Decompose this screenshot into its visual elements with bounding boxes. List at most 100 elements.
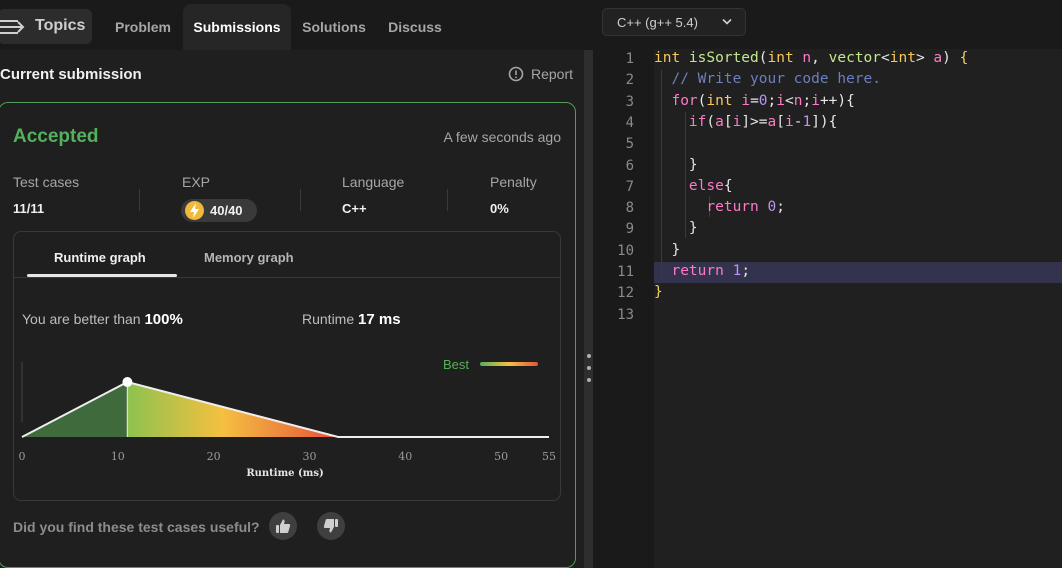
runtime-text: Runtime 17 ms	[302, 311, 401, 328]
code-token: return	[706, 199, 768, 216]
thumbs-up-button[interactable]	[269, 512, 297, 540]
code-token: <	[881, 50, 890, 66]
tab-runtime-graph[interactable]: Runtime graph	[54, 250, 146, 265]
code-token: ;	[802, 92, 812, 109]
code-line: for(int i=0;i<n;i++){	[654, 92, 855, 114]
topics-button[interactable]: Topics	[0, 9, 92, 44]
code-token: n	[802, 50, 812, 66]
code-token: else	[688, 177, 724, 194]
alert-circle-icon	[508, 66, 524, 82]
x-tick-label: 55	[542, 450, 556, 463]
code-line: return 1;	[654, 263, 750, 284]
code-token: )	[942, 50, 960, 66]
code-line: }	[654, 284, 663, 305]
code-token: return	[671, 263, 733, 279]
code-line: return 0;	[654, 199, 785, 220]
line-number: 5	[625, 136, 634, 153]
code-token: }	[654, 220, 698, 237]
code-token: ;	[767, 92, 777, 109]
runtime-label: Runtime	[302, 311, 355, 327]
code-token: int	[706, 92, 742, 109]
exp-pill: 40/40	[181, 199, 257, 222]
code-token: for	[671, 92, 698, 109]
code-line: }	[654, 157, 698, 178]
code-token: 1	[732, 263, 742, 279]
code-token: a	[767, 113, 777, 130]
code-token: [	[723, 113, 733, 130]
submission-time: A few seconds ago	[443, 129, 561, 145]
tab-discuss[interactable]: Discuss	[378, 4, 452, 50]
code-line: }	[654, 242, 680, 263]
code-token: <	[785, 92, 794, 109]
line-number: 3	[625, 93, 634, 110]
x-tick-label: 10	[111, 450, 125, 463]
legend-label: Best	[443, 357, 469, 372]
code-token: ;	[776, 199, 785, 216]
x-tick-label: 50	[494, 450, 508, 463]
line-number: 9	[625, 221, 634, 238]
stat-divider	[300, 189, 301, 211]
tab-submissions[interactable]: Submissions	[183, 4, 291, 50]
code-line: }	[654, 220, 698, 241]
tab-problem[interactable]: Problem	[104, 4, 182, 50]
x-tick-label: 20	[207, 450, 221, 463]
language-label: Language	[342, 174, 405, 190]
code-line: if(a[i]>=a[i-1]){	[654, 114, 837, 135]
legend-swatch	[480, 362, 538, 366]
language-select[interactable]: C++ (g++ 5.4)	[602, 8, 746, 36]
stat-divider	[447, 189, 448, 211]
code-token: i	[811, 92, 820, 109]
report-label: Report	[531, 66, 574, 82]
topics-label: Topics	[35, 17, 86, 34]
code-token: i	[776, 92, 785, 109]
code-editor-panel: C++ (g++ 5.4) 1 2 3 4 5 6 7 8 9 10 11 12 13 int isSo…	[593, 0, 1062, 568]
test-cases-value: 11/11	[13, 201, 45, 216]
submission-result-card: Accepted A few seconds ago Test cases 11…	[0, 102, 576, 568]
x-axis-ticks: 0 10 20 30 40 50 55	[19, 450, 557, 463]
thumbs-down-button[interactable]	[317, 512, 345, 540]
drag-handle-dot	[587, 354, 591, 358]
percentile-label: You are better than	[22, 311, 141, 327]
stat-divider	[139, 189, 140, 211]
x-tick-label: 40	[398, 450, 412, 463]
tab-solutions[interactable]: Solutions	[292, 4, 376, 50]
code-token: a	[933, 50, 943, 66]
report-button[interactable]: Report	[508, 66, 573, 82]
exp-label: EXP	[182, 174, 211, 190]
code-token: }	[654, 284, 663, 301]
line-number: 10	[617, 242, 634, 259]
x-tick-label: 30	[302, 450, 316, 463]
code-token: ++){	[819, 92, 855, 109]
test-cases-label: Test cases	[13, 174, 80, 190]
code-token: int	[889, 50, 916, 66]
pane-resize-handle[interactable]	[584, 50, 593, 568]
runtime-value: 17 ms	[358, 311, 401, 328]
runtime-chart: 0 10 20 30 40 50 55 Runtime (ms) Best	[19, 357, 557, 479]
code-token: 0	[767, 199, 777, 216]
code-token: }	[654, 241, 681, 258]
code-token: }	[654, 156, 698, 173]
penalty-label: Penalty	[490, 174, 537, 190]
feedback-question: Did you find these test cases useful?	[13, 519, 260, 535]
current-submission-title: Current submission	[0, 66, 142, 83]
code-line: // Write your code here.	[654, 71, 881, 92]
code-token: ]){	[811, 113, 838, 130]
percentile-text: You are better than 100%	[22, 311, 183, 328]
graph-panel: Runtime graph Memory graph You are bette…	[13, 231, 561, 501]
code-editor[interactable]: int isSorted(int n, vector<int> a) { // …	[654, 49, 1062, 568]
tab-memory-graph[interactable]: Memory graph	[204, 250, 294, 265]
code-token: // Write your code here.	[654, 71, 881, 88]
thumbs-down-icon	[323, 519, 338, 533]
peak-marker	[122, 377, 133, 387]
language-value: C++	[342, 201, 367, 216]
code-token: i	[785, 113, 794, 130]
penalty-value: 0%	[490, 201, 509, 216]
code-token: {	[959, 50, 969, 66]
line-number: 11	[617, 264, 634, 280]
percentile-value: 100%	[144, 311, 183, 328]
